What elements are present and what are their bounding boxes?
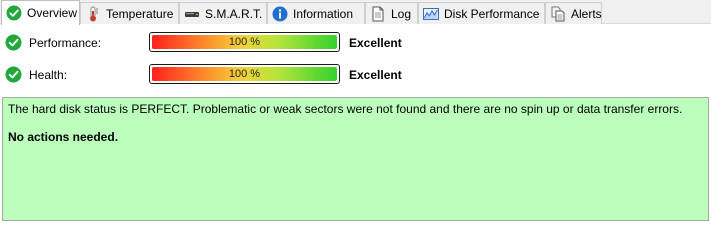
performance-label: Performance: bbox=[29, 36, 102, 50]
status-message-text: The hard disk status is PERFECT. Problem… bbox=[8, 102, 683, 116]
green-check-icon bbox=[6, 5, 22, 21]
tab-smart[interactable]: S.M.A.R.T. bbox=[179, 2, 267, 24]
tab-information-label: Information bbox=[293, 6, 354, 21]
performance-rating: Excellent bbox=[349, 36, 402, 50]
tab-disk-performance[interactable]: Disk Performance bbox=[418, 2, 545, 24]
tab-overview[interactable]: Overview bbox=[1, 0, 80, 25]
performance-ok-icon bbox=[5, 34, 22, 51]
tab-smart-label: S.M.A.R.T. bbox=[205, 6, 263, 21]
tab-information[interactable]: Information bbox=[267, 2, 365, 24]
alerts-icon bbox=[550, 6, 566, 22]
tab-alerts-label: Alerts bbox=[571, 6, 602, 21]
disk-icon bbox=[184, 6, 200, 22]
performance-row: Performance: 100 % Excellent bbox=[0, 31, 711, 55]
status-action-text: No actions needed. bbox=[8, 130, 119, 144]
health-percent: 100 % bbox=[228, 68, 261, 80]
health-ok-icon bbox=[5, 66, 22, 83]
performance-progress-bar: 100 % bbox=[149, 32, 340, 52]
health-row: Health: 100 % Excellent bbox=[0, 63, 711, 87]
document-icon bbox=[370, 6, 386, 22]
performance-percent: 100 % bbox=[228, 36, 261, 48]
chart-icon bbox=[423, 6, 439, 22]
status-message-box: The hard disk status is PERFECT. Problem… bbox=[2, 97, 709, 221]
health-rating: Excellent bbox=[349, 68, 402, 82]
tab-disk-performance-label: Disk Performance bbox=[444, 6, 540, 21]
thermometer-icon bbox=[85, 6, 101, 22]
health-progress-bar: 100 % bbox=[149, 64, 340, 84]
tab-log[interactable]: Log bbox=[365, 2, 418, 24]
tab-alerts[interactable]: Alerts bbox=[545, 2, 602, 24]
tab-temperature[interactable]: Temperature bbox=[80, 2, 179, 24]
info-icon bbox=[272, 6, 288, 22]
health-label: Health: bbox=[29, 68, 68, 82]
tab-overview-label: Overview bbox=[27, 6, 78, 20]
tab-strip: Overview Temperature S.M.A.R.T. Informat… bbox=[0, 0, 711, 25]
tab-temperature-label: Temperature bbox=[106, 6, 174, 21]
tab-log-label: Log bbox=[391, 6, 412, 21]
